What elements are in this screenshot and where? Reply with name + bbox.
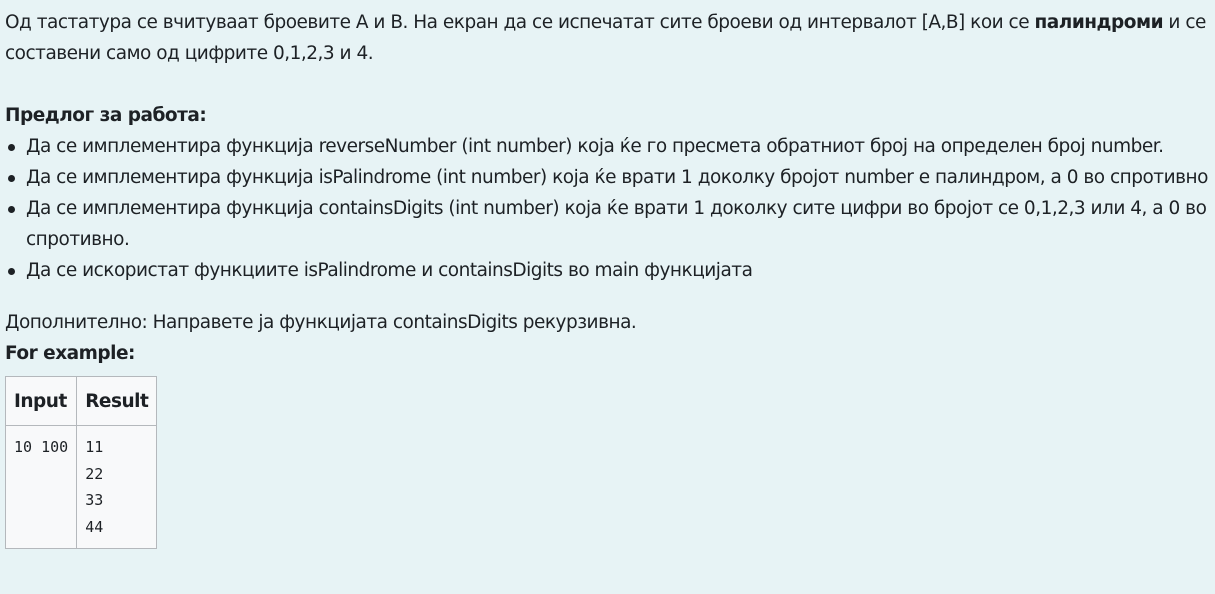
table-row: 10 100 11 22 33 44 (4, 425, 158, 549)
task-list: Да се имплементира функција reverseNumbe… (5, 131, 1215, 286)
question-text: Од тастатура се вчитуваат броевите А и B… (0, 0, 1215, 549)
example-heading: For example: (5, 343, 135, 364)
bullet-icon (8, 206, 15, 213)
problem-statement: Од тастатура се вчитуваат броевите А и B… (5, 7, 1215, 69)
list-item: Да се имплементира функција containsDigi… (5, 193, 1215, 255)
task-text: Да се имплементира функција reverseNumbe… (26, 136, 1164, 157)
column-header-input: Input (4, 376, 78, 426)
list-item: Да се имплементира функција isPalindrome… (5, 162, 1215, 193)
task-text: Да се имплементира функција isPalindrome… (26, 167, 1208, 188)
bullet-icon (8, 268, 15, 275)
additional-note: Дополнително: Направете ја функцијата co… (5, 312, 637, 333)
result-cell: 11 22 33 44 (76, 425, 158, 549)
list-item: Да се искористат функциите isPalindrome … (5, 255, 1215, 286)
task-text: Да се имплементира функција containsDigi… (26, 198, 1207, 250)
example-table: Input Result 10 100 11 22 33 44 (4, 376, 158, 549)
bullet-icon (8, 175, 15, 182)
task-text: Да се искористат функциите isPalindrome … (26, 260, 753, 281)
proposal-heading: Предлог за работа: (5, 105, 207, 126)
column-header-result: Result (76, 376, 158, 426)
bullet-icon (8, 144, 15, 151)
input-cell: 10 100 (4, 425, 78, 549)
intro-text: Од тастатура се вчитуваат броевите А и B… (5, 12, 1035, 33)
table-header-row: Input Result (4, 376, 158, 426)
intro-bold-word: палиндроми (1034, 12, 1164, 33)
list-item: Да се имплементира функција reverseNumbe… (5, 131, 1215, 162)
